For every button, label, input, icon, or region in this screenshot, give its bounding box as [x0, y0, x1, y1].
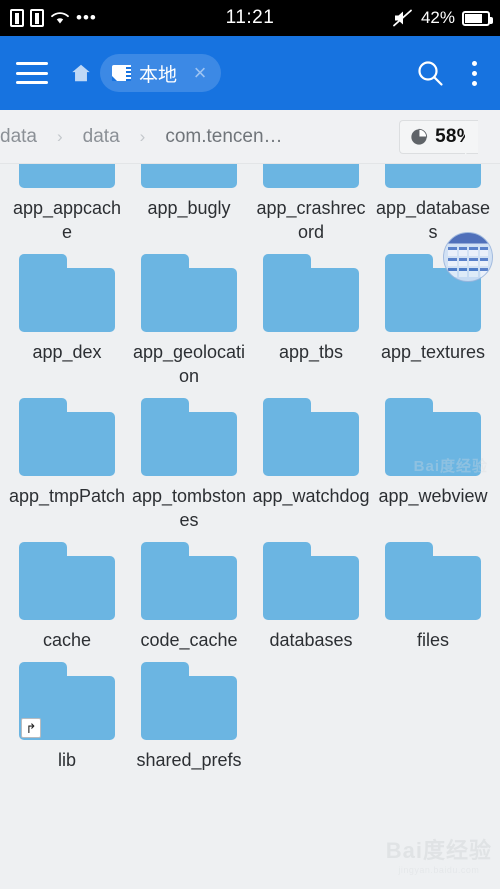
folder-label: app_tmpPatch — [8, 486, 126, 506]
folder-item-empty — [372, 652, 494, 772]
file-grid-row: app_tmpPatch app_tombstones app_watchdog… — [6, 388, 494, 532]
folder-icon — [385, 398, 481, 476]
app-toolbar: 本地 × — [0, 36, 500, 110]
folder-icon — [19, 254, 115, 332]
tab-label: 本地 — [139, 64, 178, 86]
folder-item[interactable]: app_tmpPatch — [6, 388, 128, 532]
folder-item[interactable]: app_databases — [372, 164, 494, 244]
folder-icon — [385, 542, 481, 620]
home-icon[interactable] — [70, 62, 92, 84]
folder-item[interactable]: app_tombstones — [128, 388, 250, 532]
breadcrumb: data › data › com.tencen… 58% — [0, 110, 500, 164]
folder-label: app_crashrecord — [256, 198, 366, 242]
breadcrumb-item[interactable]: data — [0, 126, 43, 148]
folder-icon — [263, 542, 359, 620]
folder-item[interactable]: ↱ lib — [6, 652, 128, 772]
folder-icon — [263, 164, 359, 188]
folder-label: app_watchdog — [252, 486, 370, 506]
folder-item[interactable]: app_watchdog — [250, 388, 372, 532]
file-grid-row: app_dex app_geolocation app_tbs app_text… — [6, 232, 494, 388]
sd-card-icon — [112, 65, 131, 81]
kebab-menu-icon[interactable] — [462, 59, 486, 87]
status-bar: ••• 11:21 42% — [0, 0, 500, 36]
folder-label: cache — [42, 630, 92, 650]
folder-item[interactable]: app_bugly — [128, 164, 250, 244]
folder-label: app_bugly — [147, 198, 231, 218]
folder-icon — [19, 398, 115, 476]
chevron-right-icon: › — [139, 126, 146, 146]
folder-label: app_dex — [32, 342, 102, 362]
folder-item[interactable]: app_geolocation — [128, 244, 250, 388]
folder-icon — [141, 164, 237, 188]
chevron-right-icon: › — [56, 126, 63, 146]
folder-item[interactable]: app_textures — [372, 232, 494, 388]
mute-icon — [393, 9, 412, 27]
folder-item[interactable]: app_appcache — [6, 164, 128, 244]
file-grid-row: app_appcache app_bugly app_crashrecord a… — [6, 164, 494, 244]
folder-item[interactable]: files — [372, 532, 494, 652]
folder-label: shared_prefs — [136, 750, 242, 770]
folder-icon — [385, 164, 481, 188]
folder-label: app_textures — [380, 342, 486, 362]
file-manager-screen: ••• 11:21 42% 本地 × data › data › com.ten… — [0, 0, 500, 889]
folder-label: app_geolocation — [132, 342, 246, 386]
shortcut-link-icon: ↱ — [21, 718, 41, 738]
search-icon[interactable] — [416, 59, 444, 87]
file-grid-row: ↱ lib shared_prefs — [6, 652, 494, 772]
battery-icon — [462, 10, 493, 26]
hamburger-menu-icon[interactable] — [16, 62, 48, 84]
folder-icon — [385, 232, 493, 332]
storage-percent-label: 58% — [435, 125, 474, 147]
folder-item[interactable]: databases — [250, 532, 372, 652]
breadcrumb-items: data › data › com.tencen… — [0, 126, 399, 148]
folder-item[interactable]: app_dex — [6, 244, 128, 388]
folder-item[interactable]: cache — [6, 532, 128, 652]
folder-label: files — [416, 630, 449, 650]
folder-icon — [141, 542, 237, 620]
folder-icon — [141, 254, 237, 332]
file-grid[interactable]: app_appcache app_bugly app_crashrecord a… — [0, 164, 500, 889]
pie-chart-icon — [411, 128, 428, 145]
folder-label: app_tombstones — [131, 486, 247, 530]
folder-item[interactable]: app_tbs — [250, 244, 372, 388]
folder-icon — [19, 164, 115, 188]
folder-item[interactable]: app_webview — [372, 388, 494, 532]
folder-item-empty — [250, 652, 372, 772]
file-grid-row: cache code_cache databases files — [6, 532, 494, 652]
folder-icon — [19, 542, 115, 620]
status-bar-right-icons: 42% — [392, 0, 493, 36]
folder-label: app_tbs — [278, 342, 344, 362]
battery-percent-label: 42% — [420, 8, 455, 27]
folder-icon — [263, 254, 359, 332]
folder-icon — [141, 662, 237, 740]
close-icon[interactable]: × — [185, 62, 215, 84]
breadcrumb-item-current[interactable]: com.tencen… — [159, 126, 288, 148]
folder-label: code_cache — [140, 630, 238, 650]
folder-icon — [141, 398, 237, 476]
folder-label: databases — [269, 630, 353, 650]
tab-local-storage[interactable]: 本地 × — [100, 54, 222, 92]
toolbar-actions — [416, 59, 486, 87]
folder-label: lib — [57, 750, 76, 770]
folder-icon: ↱ — [19, 662, 115, 740]
folder-icon — [263, 398, 359, 476]
storage-usage-badge[interactable]: 58% — [399, 119, 478, 154]
folder-label: app_webview — [378, 486, 488, 506]
app-grid-circle-watermark-icon — [443, 232, 493, 282]
folder-item[interactable]: code_cache — [128, 532, 250, 652]
folder-item[interactable]: app_crashrecord — [250, 164, 372, 244]
breadcrumb-item[interactable]: data — [77, 126, 126, 148]
folder-label: app_appcache — [12, 198, 122, 242]
folder-item[interactable]: shared_prefs — [128, 652, 250, 772]
